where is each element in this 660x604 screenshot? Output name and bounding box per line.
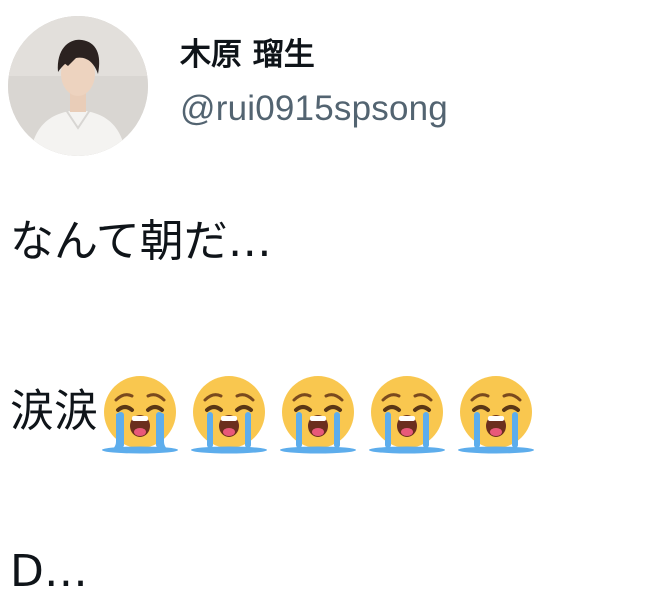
tweet-text-line-3: D…: [10, 546, 88, 597]
emoji-row: [100, 372, 545, 454]
loudly-crying-face-icon: [189, 374, 269, 454]
tweet-text-line-2: 涙涙: [10, 372, 545, 454]
user-handle[interactable]: @rui0915spsong: [180, 87, 448, 131]
loudly-crying-face-icon: [100, 374, 180, 454]
loudly-crying-face-icon: [278, 374, 358, 454]
tweet-text-line-1: なんて朝だ…: [10, 216, 272, 267]
loudly-crying-face-icon: [367, 374, 447, 454]
tweet-card: 木原 瑠生 @rui0915spsong なんて朝だ… 涙涙 D…: [0, 0, 660, 604]
avatar-photo: [8, 16, 148, 156]
tweet-text-tears: 涙涙: [10, 386, 98, 437]
user-names: 木原 瑠生 @rui0915spsong: [180, 16, 448, 156]
avatar[interactable]: [8, 16, 148, 156]
tweet-header: 木原 瑠生 @rui0915spsong: [8, 16, 448, 156]
loudly-crying-face-icon: [456, 374, 536, 454]
display-name[interactable]: 木原 瑠生: [180, 35, 448, 75]
